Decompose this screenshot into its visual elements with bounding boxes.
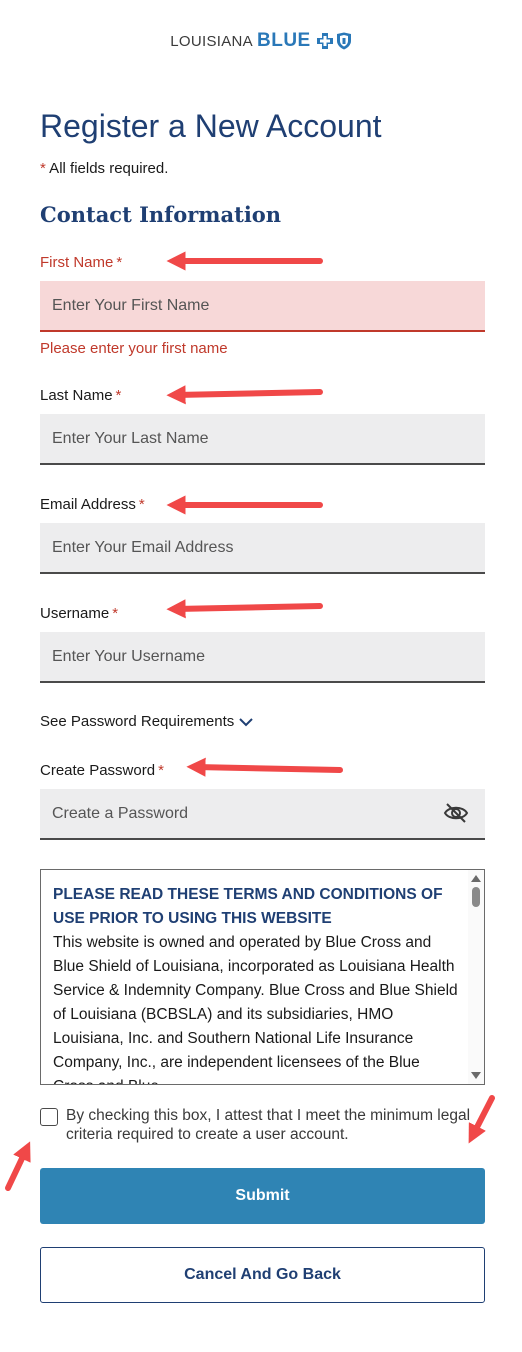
last-name-input[interactable] <box>40 414 485 465</box>
logo-text-blue: BLUE <box>257 30 311 51</box>
last-name-required-star: * <box>115 387 122 404</box>
section-title-contact: Contact Information <box>40 202 282 227</box>
blue-cross-blue-shield-icon <box>315 32 352 50</box>
first-name-input[interactable] <box>40 281 485 332</box>
password-required-star: * <box>158 762 164 779</box>
first-name-label: First Name * <box>40 254 122 271</box>
arrow-annotation <box>166 385 323 405</box>
arrow-annotation <box>186 757 343 777</box>
username-input[interactable] <box>40 632 485 683</box>
attest-row: By checking this box, I attest that I me… <box>40 1106 490 1144</box>
submit-button[interactable]: Submit <box>40 1168 485 1224</box>
password-requirements-text: See Password Requirements <box>40 713 235 730</box>
last-name-label-text: Last Name <box>40 387 113 404</box>
attest-checkbox[interactable] <box>40 1108 58 1126</box>
email-label: Email Address * <box>40 496 145 513</box>
password-input[interactable] <box>40 789 485 840</box>
page-title: Register a New Account <box>40 108 382 144</box>
cancel-button[interactable]: Cancel And Go Back <box>40 1247 485 1303</box>
scroll-thumb[interactable] <box>472 887 480 907</box>
arrow-annotation <box>166 599 323 619</box>
scroll-up-icon[interactable] <box>471 875 481 882</box>
terms-body: This website is owned and operated by Bl… <box>53 934 458 1084</box>
email-label-text: Email Address <box>40 496 136 513</box>
email-input[interactable] <box>40 523 485 574</box>
email-required-star: * <box>138 496 145 513</box>
first-name-required-star: * <box>116 254 123 271</box>
first-name-label-text: First Name <box>40 254 114 271</box>
eye-slash-icon[interactable] <box>443 801 469 825</box>
last-name-label: Last Name * <box>40 387 121 404</box>
required-note-text: All fields required. <box>45 160 169 177</box>
scroll-down-icon[interactable] <box>471 1072 481 1079</box>
arrow-annotation <box>5 1141 31 1191</box>
terms-scrollbar[interactable] <box>468 870 484 1084</box>
attest-text: By checking this box, I attest that I me… <box>66 1107 471 1143</box>
terms-heading: PLEASE READ THESE TERMS AND CONDITIONS O… <box>53 886 443 927</box>
terms-scroll-box[interactable]: PLEASE READ THESE TERMS AND CONDITIONS O… <box>40 869 485 1085</box>
required-note: * All fields required. <box>40 160 168 177</box>
terms-content: PLEASE READ THESE TERMS AND CONDITIONS O… <box>53 883 463 1084</box>
password-label: Create Password * <box>40 762 164 779</box>
brand-logo: LOUISIANA BLUE <box>0 30 522 54</box>
password-requirements-toggle[interactable]: See Password Requirements <box>40 713 254 730</box>
first-name-error: Please enter your first name <box>40 340 228 357</box>
username-label-text: Username <box>40 605 110 622</box>
chevron-down-icon <box>239 717 253 726</box>
username-required-star: * <box>112 605 119 622</box>
logo-text-louisiana: LOUISIANA <box>170 32 253 50</box>
password-label-text: Create Password <box>40 762 156 779</box>
username-label: Username * <box>40 605 118 622</box>
